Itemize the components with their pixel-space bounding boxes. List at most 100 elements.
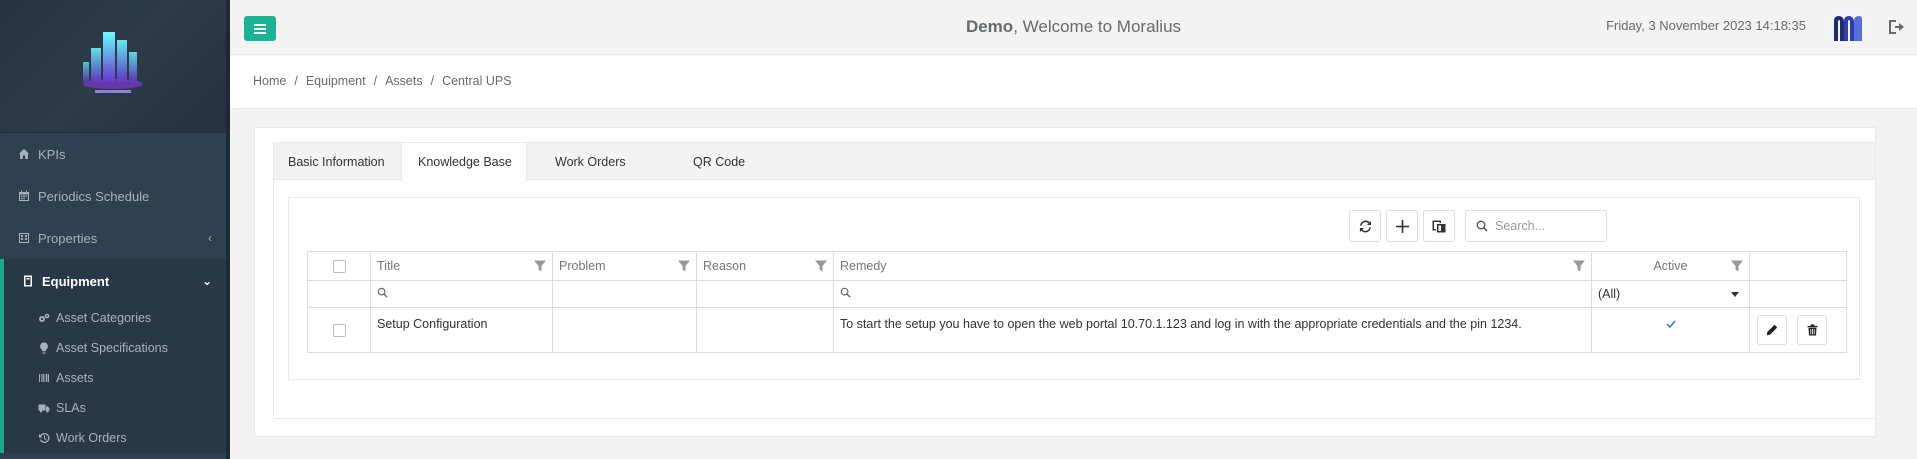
filter-icon[interactable] — [1731, 260, 1743, 272]
top-bar: Demo, Welcome to Moralius Friday, 3 Nove… — [230, 0, 1917, 55]
sidebar-subitem-label: SLAs — [56, 401, 86, 415]
chevron-down-icon: ⌄ — [201, 274, 212, 288]
content-panel: Basic Information Knowledge Base Work Or… — [254, 127, 1876, 437]
caret-down-icon — [1731, 292, 1739, 297]
cell-title: Setup Configuration — [370, 307, 553, 353]
sidebar-nav: KPIs Periodics Schedule Properties ‹ Equ… — [0, 133, 226, 453]
filter-remedy[interactable] — [833, 280, 1592, 308]
building-icon — [18, 232, 30, 244]
table-header-row: Title Problem Reason Remedy Active — [307, 251, 1847, 281]
column-label: Problem — [559, 259, 606, 273]
sidebar-subitem-asset-specifications[interactable]: Asset Specifications — [4, 333, 226, 363]
filter-icon[interactable] — [815, 260, 827, 272]
calendar-icon — [18, 190, 30, 202]
filter-cell-empty — [307, 280, 371, 308]
breadcrumb-separator: / — [430, 74, 435, 88]
column-header-title[interactable]: Title — [370, 251, 553, 281]
row-select-cell — [307, 307, 371, 353]
sidebar-item-equipment[interactable]: Equipment ⌄ — [0, 259, 226, 303]
sidebar-item-label: Periodics Schedule — [38, 188, 150, 204]
breadcrumb-home[interactable]: Home — [253, 74, 286, 88]
refresh-icon — [1359, 220, 1371, 232]
tab-work-orders[interactable]: Work Orders — [527, 143, 657, 180]
check-icon — [1665, 320, 1676, 329]
breadcrumb-separator: / — [373, 74, 378, 88]
column-chooser-button[interactable] — [1423, 210, 1455, 242]
select-all-cell — [307, 251, 371, 281]
sidebar-item-periodics-schedule[interactable]: Periodics Schedule — [0, 175, 226, 217]
hamburger-icon — [254, 23, 266, 34]
cell-actions — [1749, 307, 1847, 353]
cell-remedy: To start the setup you have to open the … — [833, 307, 1592, 353]
breadcrumb: Home / Equipment / Assets / Central UPS — [253, 74, 512, 88]
tabs-container: Basic Information Knowledge Base Work Or… — [273, 142, 1876, 419]
refresh-button[interactable] — [1349, 210, 1381, 242]
filter-icon[interactable] — [534, 260, 546, 272]
select-all-checkbox[interactable] — [332, 259, 346, 273]
column-chooser-icon — [1432, 220, 1446, 232]
plus-icon — [1395, 219, 1409, 233]
column-label: Remedy — [840, 259, 887, 273]
user-name: Demo — [965, 17, 1014, 36]
equipment-submenu: Asset Categories Asset Specifications As… — [0, 303, 226, 453]
breadcrumb-assets[interactable]: Assets — [385, 74, 423, 88]
column-header-remedy[interactable]: Remedy — [833, 251, 1592, 281]
tab-basic-information[interactable]: Basic Information — [274, 143, 401, 180]
filter-icon[interactable] — [1573, 260, 1585, 272]
column-header-actions — [1749, 251, 1847, 281]
sidebar-item-label: Equipment — [42, 273, 110, 289]
sidebar-item-kpis[interactable]: KPIs — [0, 133, 226, 175]
cell-active — [1591, 307, 1750, 353]
pencil-icon — [1766, 324, 1778, 336]
column-header-problem[interactable]: Problem — [552, 251, 697, 281]
sidebar-subitem-label: Asset Specifications — [56, 341, 168, 355]
company-logo[interactable] — [75, 22, 151, 102]
sidebar-subitem-work-orders[interactable]: Work Orders — [4, 423, 226, 453]
filter-problem[interactable] — [552, 280, 697, 308]
search-icon — [1476, 220, 1488, 232]
column-label: Reason — [703, 259, 747, 273]
row-checkbox[interactable] — [332, 323, 346, 337]
cogs-icon — [38, 312, 50, 324]
breadcrumb-bar: Home / Equipment / Assets / Central UPS — [230, 56, 1917, 109]
filter-active-select[interactable]: (All) — [1591, 280, 1750, 308]
search-icon — [840, 287, 851, 298]
delete-button[interactable] — [1797, 315, 1828, 345]
column-header-active[interactable]: Active — [1591, 251, 1750, 281]
sidebar-item-label: KPIs — [38, 146, 66, 162]
breadcrumb-current: Central UPS — [442, 74, 512, 88]
add-button[interactable] — [1386, 210, 1418, 242]
sidebar-subitem-assets[interactable]: Assets — [4, 363, 226, 393]
avatar[interactable] — [1827, 7, 1869, 49]
breadcrumb-separator: / — [294, 74, 298, 88]
breadcrumb-equipment[interactable]: Equipment — [306, 74, 366, 88]
sidebar-subitem-label: Asset Categories — [56, 311, 152, 325]
filter-title[interactable] — [370, 280, 553, 308]
equipment-icon — [22, 275, 34, 287]
welcome-text: , Welcome to Moralius — [1013, 17, 1182, 36]
truck-icon — [38, 402, 50, 414]
tab-qr-code[interactable]: QR Code — [657, 143, 767, 180]
filter-cell-empty — [1749, 280, 1847, 308]
search-box[interactable] — [1465, 210, 1607, 242]
column-label: Title — [377, 259, 401, 273]
table-row[interactable]: Setup Configuration To start the setup y… — [307, 307, 1847, 353]
filter-icon[interactable] — [678, 260, 690, 272]
tab-bar: Basic Information Knowledge Base Work Or… — [274, 143, 1875, 181]
filter-active-value: (All) — [1598, 287, 1621, 301]
column-header-reason[interactable]: Reason — [696, 251, 834, 281]
filter-reason[interactable] — [696, 280, 834, 308]
sign-out-icon[interactable] — [1887, 18, 1905, 36]
sidebar-subitem-label: Assets — [56, 371, 94, 385]
sidebar: KPIs Periodics Schedule Properties ‹ Equ… — [0, 0, 226, 459]
edit-button[interactable] — [1757, 315, 1787, 345]
knowledge-base-grid: Title Problem Reason Remedy Active — [288, 197, 1860, 380]
sidebar-subitem-slas[interactable]: SLAs — [4, 393, 226, 423]
tab-knowledge-base[interactable]: Knowledge Base — [401, 143, 527, 181]
search-input[interactable] — [1495, 219, 1595, 233]
filter-row: (All) — [307, 280, 1847, 308]
sidebar-subitem-asset-categories[interactable]: Asset Categories — [4, 303, 226, 333]
sidebar-subitem-label: Work Orders — [56, 431, 127, 445]
sidebar-item-properties[interactable]: Properties ‹ — [0, 217, 226, 259]
menu-toggle-button[interactable] — [244, 16, 276, 41]
